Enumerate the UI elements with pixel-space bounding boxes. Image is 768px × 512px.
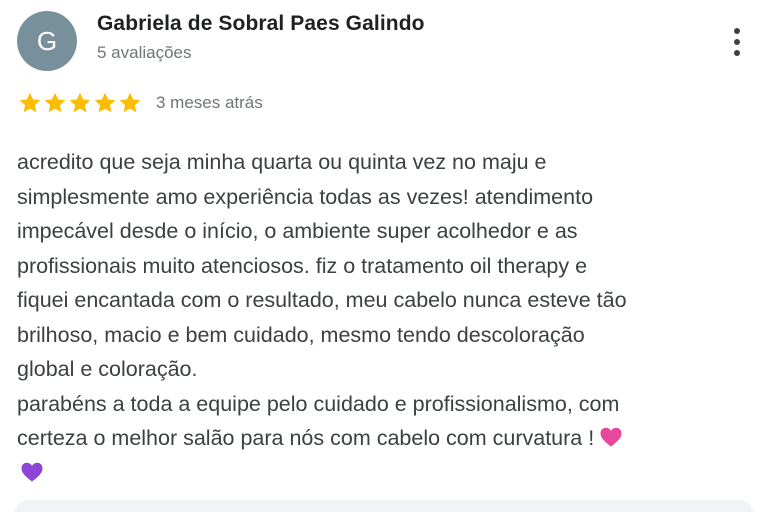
star-rating: [18, 91, 142, 115]
review-text-line: fiquei encantada com o resultado, meu ca…: [17, 288, 627, 312]
more-vertical-icon-dot: [734, 50, 740, 56]
response-box: [14, 500, 754, 512]
rating-row: 3 meses atrás: [18, 90, 263, 116]
review-count: 5 avaliações: [97, 43, 192, 62]
review-text-line: brilhoso, macio e bem cuidado, mesmo ten…: [17, 322, 585, 347]
more-vertical-icon: [734, 28, 740, 34]
review-text-line: impecável desde o início, o ambiente sup…: [17, 219, 578, 243]
star-icon: [69, 92, 91, 113]
review-card: G Gabriela de Sobral Paes Galindo 5 aval…: [0, 0, 768, 512]
purple-heart-emoji: [21, 462, 43, 482]
star-icon: [94, 92, 116, 113]
review-text-line: acredito que seja minha quarta ou quinta…: [17, 150, 547, 174]
star-icon: [44, 92, 66, 113]
pink-heart-emoji: [600, 428, 622, 447]
review-time: 3 meses atrás: [156, 93, 263, 112]
review-text-line: parabéns a toda a equipe pelo cuidado e …: [17, 391, 620, 416]
author-name[interactable]: Gabriela de Sobral Paes Galindo: [97, 12, 425, 36]
more-vertical-icon-dot: [734, 39, 740, 45]
review-text: acredito que seja minha quarta ou quinta…: [17, 145, 757, 490]
review-text-line: global e coloração.: [17, 357, 198, 381]
star-icon: [119, 92, 141, 113]
avatar[interactable]: G: [17, 11, 77, 71]
star-icon: [19, 92, 41, 113]
more-options-button[interactable]: [724, 24, 750, 60]
review-text-line: simplesmente amo experiência todas as ve…: [17, 184, 594, 209]
review-text-line: certeza o melhor salão para nós com cabe…: [17, 426, 595, 450]
review-text-line: profissionais muito atenciosos. fiz o tr…: [17, 253, 588, 278]
